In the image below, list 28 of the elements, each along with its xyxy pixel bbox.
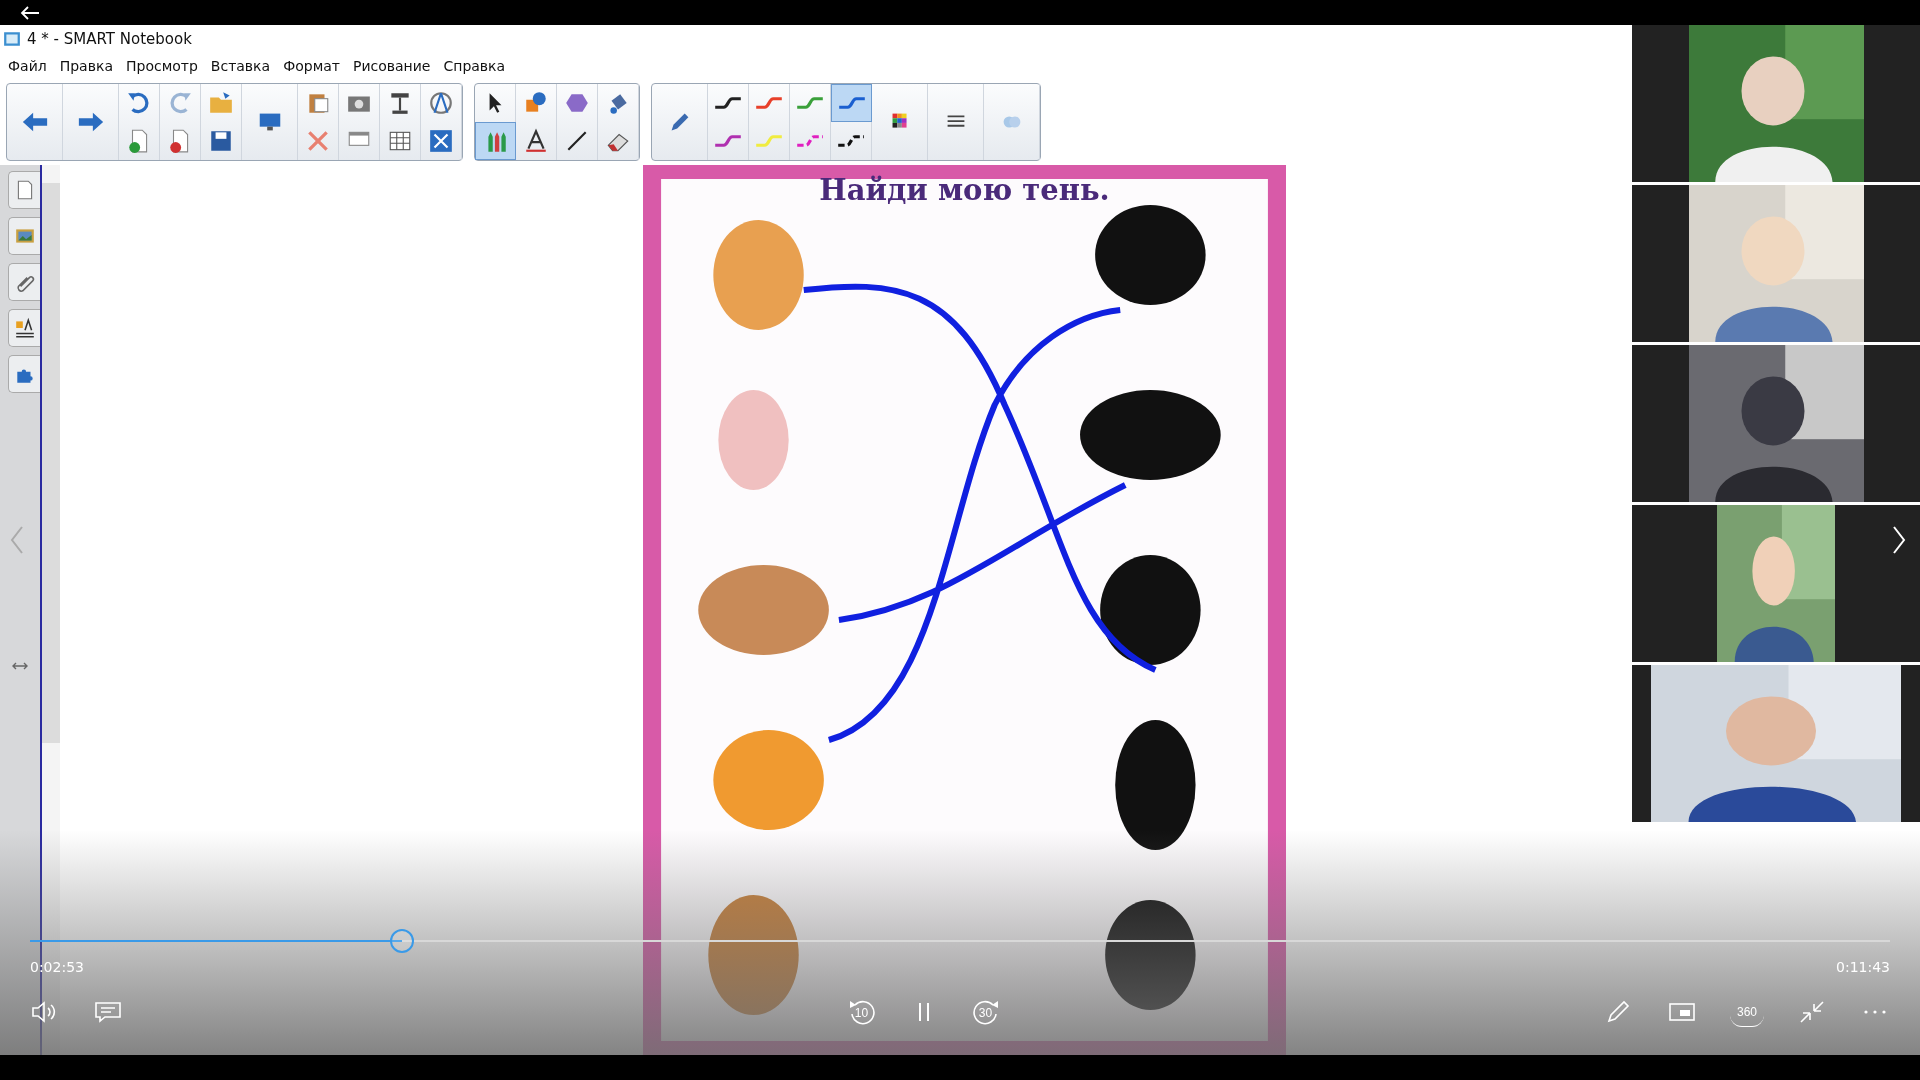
menu-item[interactable]: Правка [59,58,113,74]
total-time: 0:11:43 [1836,959,1890,975]
menu-item[interactable]: Файл [8,58,47,74]
app-icon [3,30,21,48]
add-ons-tab[interactable] [8,355,40,393]
text-style-icon [13,317,36,339]
back-icon[interactable] [20,6,40,20]
menu-item[interactable]: Справка [443,58,506,74]
captions-icon[interactable] [93,1000,123,1024]
compass-icon[interactable] [427,90,455,116]
properties-tab[interactable] [8,309,40,347]
seek-bar[interactable] [30,929,1890,953]
menu-item[interactable]: Рисование [352,58,431,74]
worksheet-title: Найди мою тень. [818,173,1111,207]
mini-view-icon[interactable] [1667,1000,1697,1024]
pens-button[interactable] [475,122,516,160]
fullscreen-icon[interactable] [427,128,455,154]
resize-icon[interactable] [12,661,28,671]
seek-handle[interactable] [390,929,414,953]
menu-item[interactable]: Просмотр [125,58,198,74]
menu-item[interactable]: Формат [283,58,340,74]
attachments-tab[interactable] [8,263,40,301]
next-chevron-icon[interactable] [1892,525,1906,555]
gallery-tab[interactable] [8,217,40,255]
window-title: 4 * - SMART Notebook [27,30,192,48]
scroll-thumb[interactable] [42,183,60,743]
page-sorter-tab[interactable] [8,171,40,209]
menu-item[interactable]: Вставка [210,58,271,74]
